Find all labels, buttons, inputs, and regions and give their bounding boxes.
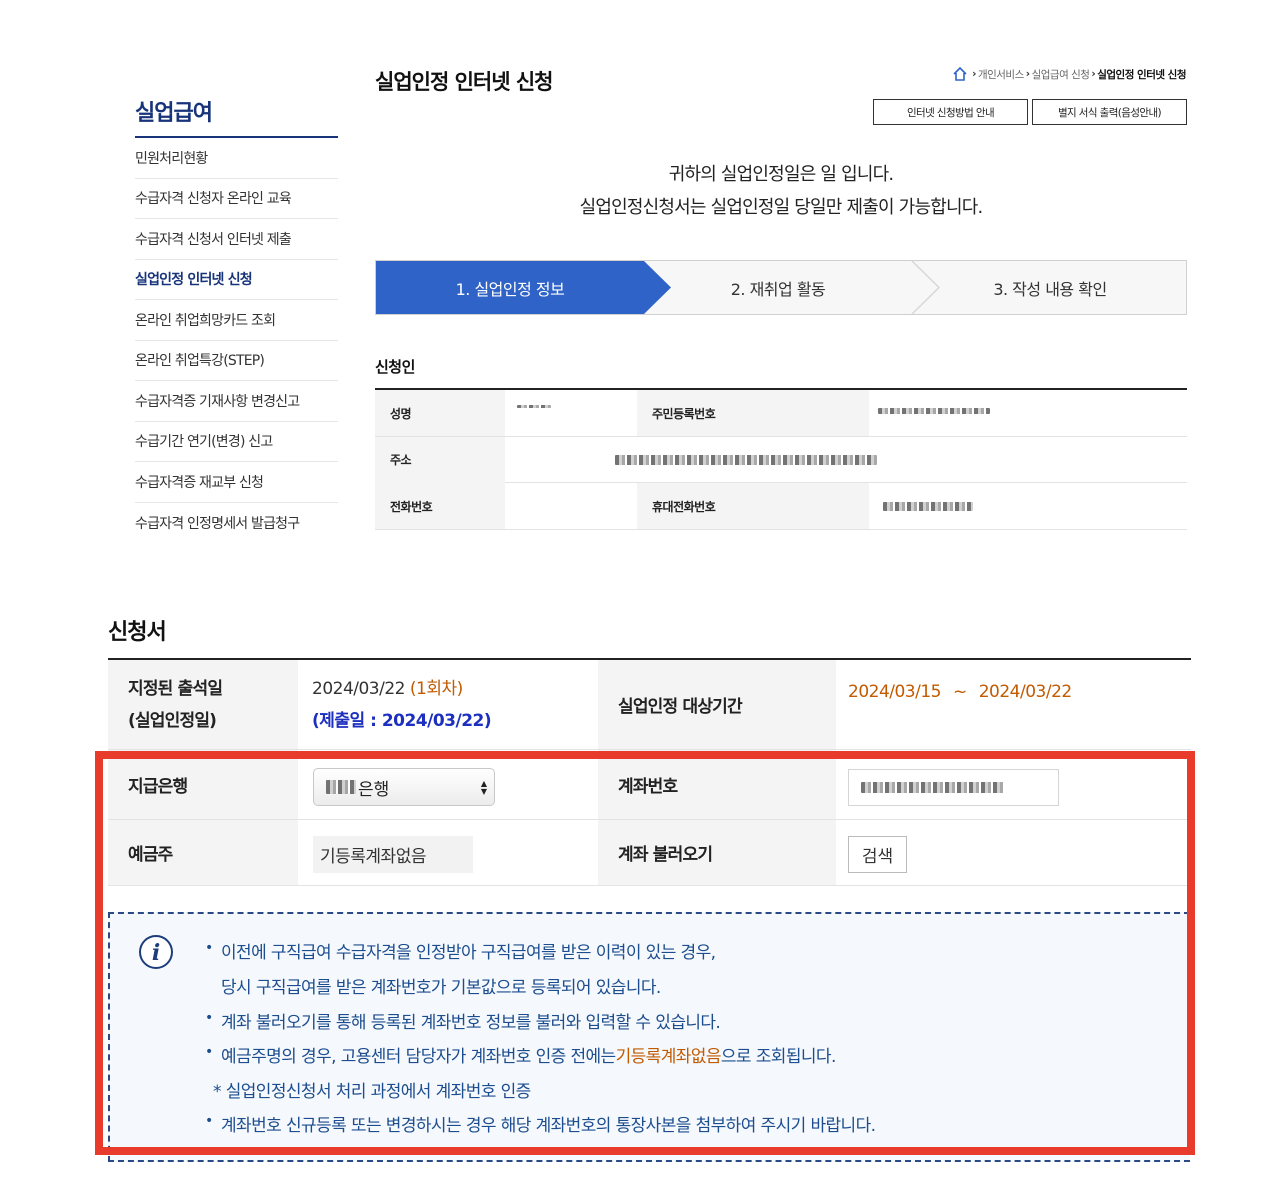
sidebar-item-application-submit[interactable]: 수급자격 신청서 인터넷 제출 <box>135 219 338 260</box>
address-value <box>615 437 1187 483</box>
mobile-value <box>883 483 1187 529</box>
bank-label: 지급은행 <box>108 750 298 819</box>
sidebar-item-step[interactable]: 온라인 취업특강(STEP) <box>135 341 338 381</box>
select-arrows-icon: ▲ ▼ <box>480 779 487 796</box>
page-title: 실업인정 인터넷 신청 <box>375 70 554 94</box>
rrn-value <box>878 390 1187 436</box>
bank-select[interactable]: 은행 ▲ ▼ <box>313 768 495 806</box>
info-item: • 예금주명의 경우, 고용센터 담당자가 계좌번호 인증 전에는 기등록계좌없음… <box>205 1044 836 1067</box>
notice-line-1: 귀하의 실업인정일은 일 입니다. <box>668 164 894 185</box>
sidebar-item-job-card[interactable]: 온라인 취업희망카드 조회 <box>135 300 338 341</box>
info-box: i • 이전에 구직급여 수급자격을 인정받아 구직급여를 받은 이력이 있는 경… <box>108 912 1190 1162</box>
info-item: • 계좌 불러오기를 통해 등록된 계좌번호 정보를 불러와 입력할 수 있습니다… <box>205 1009 721 1033</box>
rrn-label: 주민등록번호 <box>637 390 869 436</box>
info-icon: i <box>139 935 173 969</box>
period-end: 2024/03/22 <box>978 682 1072 702</box>
step-1[interactable]: 1. 실업인정 정보 <box>376 261 644 314</box>
sidebar-item-online-education[interactable]: 수급자격 신청자 온라인 교육 <box>135 179 338 219</box>
applicant-row: 전화번호 휴대전화번호 <box>375 483 1187 530</box>
address-label: 주소 <box>375 436 505 483</box>
step-indicator: 1. 실업인정 정보 2. 재취업 활동 3. 작성 내용 확인 <box>375 260 1187 315</box>
sidebar: 실업급여 민원처리현황 수급자격 신청자 온라인 교육 수급자격 신청서 인터넷… <box>135 95 338 543</box>
step-2[interactable]: 2. 재취업 활동 <box>644 261 912 314</box>
application-guide-button[interactable]: 인터넷 신청방법 안내 <box>873 99 1028 125</box>
account-number-input[interactable] <box>848 769 1059 806</box>
applicant-row: 주소 <box>375 436 1187 483</box>
attendance-label-2: (실업인정일) <box>128 710 217 731</box>
info-subnote: * 실업인정신청서 처리 과정에서 계좌번호 인증 <box>213 1081 531 1102</box>
sidebar-item-change-report[interactable]: 수급자격증 기재사항 변경신고 <box>135 381 338 422</box>
notice: 귀하의 실업인정일은 일 입니다. 실업인정신청서는 실업인정일 당일만 제출이… <box>375 158 1187 224</box>
sidebar-item-unemployment-recognition[interactable]: 실업인정 인터넷 신청 <box>135 260 338 300</box>
attendance-value: 2024/03/22 (1회차) (제출일 : 2024/03/22) <box>312 660 598 749</box>
load-account-label: 계좌 불러오기 <box>598 820 836 885</box>
sidebar-item-status[interactable]: 민원처리현황 <box>135 138 338 179</box>
applicant-table: 성명 주민등록번호 주소 전화번호 휴대전화번호 <box>375 388 1187 530</box>
breadcrumb-item[interactable]: 개인서비스 <box>978 67 1024 82</box>
form-title: 신청서 <box>108 620 167 645</box>
info-item: • 계좌번호 신규등록 또는 변경하시는 경우 해당 계좌번호의 통장사본을 첨부… <box>205 1113 876 1136</box>
svg-text:i: i <box>152 940 160 966</box>
period-label: 실업인정 대상기간 <box>598 660 836 749</box>
breadcrumb-separator: › <box>1091 68 1096 80</box>
applicant-row: 성명 주민등록번호 <box>375 390 1187 437</box>
sidebar-title: 실업급여 <box>135 95 338 138</box>
sidebar-list: 민원처리현황 수급자격 신청자 온라인 교육 수급자격 신청서 인터넷 제출 실… <box>135 138 338 543</box>
submit-date: (제출일 : 2024/03/22) <box>312 710 492 731</box>
attendance-label-1: 지정된 출석일 <box>128 678 223 699</box>
period-start: 2024/03/15 <box>848 682 941 702</box>
step-3[interactable]: 3. 작성 내용 확인 <box>912 261 1188 314</box>
holder-row: 예금주 계좌 불러오기 <box>108 820 1191 886</box>
home-icon[interactable] <box>952 66 968 82</box>
breadcrumb-separator: › <box>972 68 976 80</box>
account-search-button[interactable]: 검색 <box>848 836 907 873</box>
breadcrumb-item[interactable]: 실업급여 신청 <box>1032 67 1090 82</box>
top-buttons: 인터넷 신청방법 안내 별지 서식 출력(음성안내) <box>873 99 1187 125</box>
info-item: • 이전에 구직급여 수급자격을 인정받아 구직급여를 받은 이력이 있는 경우, <box>205 940 716 963</box>
sidebar-item-period-extension[interactable]: 수급기간 연기(변경) 신고 <box>135 422 338 462</box>
name-value <box>517 390 637 436</box>
holder-label: 예금주 <box>108 820 298 885</box>
breadcrumb-separator: › <box>1025 68 1030 80</box>
period-separator: ~ <box>952 682 967 702</box>
attendance-date: 2024/03/22 <box>312 678 405 699</box>
breadcrumb: › 개인서비스 › 실업급여 신청 › 실업인정 인터넷 신청 <box>952 66 1186 82</box>
account-holder-field: 기등록계좌없음 <box>313 836 473 873</box>
print-form-button[interactable]: 별지 서식 출력(음성안내) <box>1032 99 1187 125</box>
phone-label: 전화번호 <box>375 483 505 529</box>
info-list: • 이전에 구직급여 수급자격을 인정받아 구직급여를 받은 이력이 있는 경우,… <box>205 938 876 1146</box>
attendance-round: (1회차) <box>409 678 463 699</box>
name-label: 성명 <box>375 390 505 436</box>
attendance-label: 지정된 출석일 (실업인정일) <box>108 660 298 749</box>
sidebar-item-reissue[interactable]: 수급자격증 재교부 신청 <box>135 462 338 503</box>
sidebar-item-certificate[interactable]: 수급자격 인정명세서 발급청구 <box>135 503 338 544</box>
holder-status-text: 기등록계좌없음 <box>615 1047 722 1067</box>
bank-select-value: 은행 <box>358 779 390 800</box>
period-value: 2024/03/15 ~ 2024/03/22 <box>848 660 1191 749</box>
info-item-continued: 당시 구직급여를 받은 계좌번호가 기본값으로 등록되어 있습니다. <box>221 977 661 998</box>
breadcrumb-current: 실업인정 인터넷 신청 <box>1097 68 1186 81</box>
mobile-label: 휴대전화번호 <box>637 483 869 529</box>
account-label: 계좌번호 <box>598 750 836 819</box>
attendance-row: 지정된 출석일 (실업인정일) 2024/03/22 (1회차) (제출일 : … <box>108 660 1191 750</box>
applicant-title: 신청인 <box>375 358 415 376</box>
notice-line-2: 실업인정신청서는 실업인정일 당일만 제출이 가능합니다. <box>579 197 984 218</box>
